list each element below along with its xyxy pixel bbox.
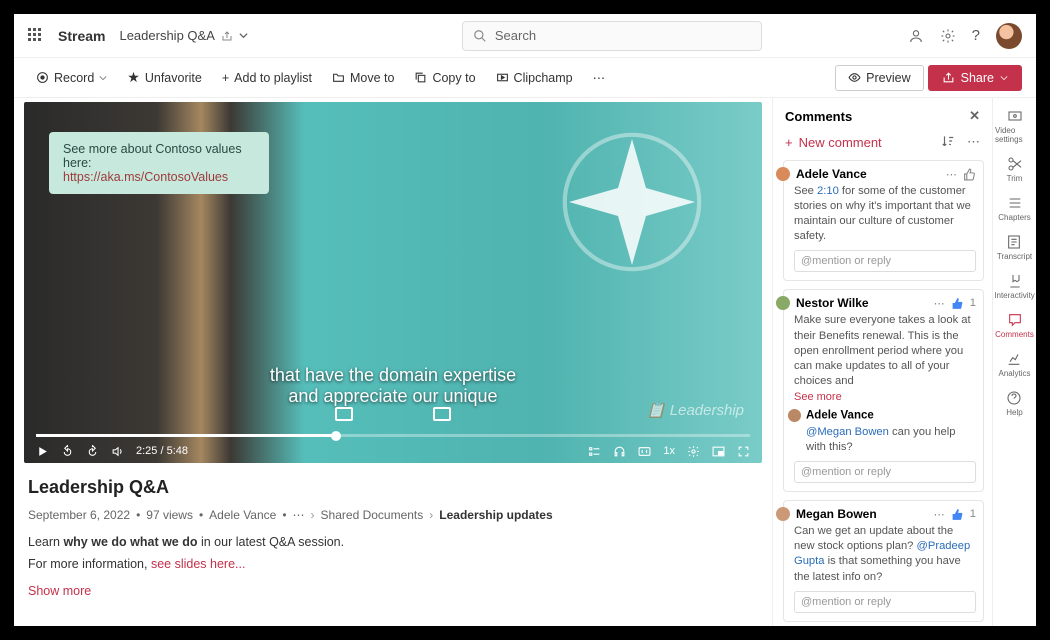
player-controls: 2:25 / 5:48 1x [24,439,762,463]
cc-icon[interactable] [638,445,651,458]
video-author: Adele Vance [209,508,276,522]
help-icon[interactable]: ? [972,27,980,44]
top-bar: Stream Leadership Q&A Search ? [14,14,1036,58]
comments-panel: Comments ✕ + New comment ⋯ Adele Vance⋯ … [772,98,992,626]
chapter-markers [335,407,451,421]
watermark: 📋 Leadership [647,401,744,419]
like-icon[interactable] [951,297,964,310]
record-icon [36,71,49,84]
search-icon [473,29,487,43]
folder-icon [332,71,345,84]
sort-icon[interactable] [941,134,955,148]
avatar [788,409,801,422]
preview-button[interactable]: Preview [835,65,923,91]
chevron-down-icon[interactable] [239,31,248,40]
command-bar: Record ★Unfavorite +Add to playlist Move… [14,58,1036,98]
settings-icon[interactable] [940,28,956,44]
breadcrumb-folder[interactable]: Shared Documents [321,508,424,522]
right-rail: Video settings Trim Chapters Transcript … [992,98,1036,626]
pip-icon[interactable] [712,445,725,458]
rail-interactivity[interactable]: Interactivity [992,271,1036,302]
more-icon[interactable]: ⋯ [967,134,980,150]
mention[interactable]: @Megan Bowen [806,426,889,438]
rail-trim[interactable]: Trim [1005,154,1025,185]
video-player[interactable]: See more about Contoso values here: http… [24,102,762,463]
copy-to-button[interactable]: Copy to [406,67,483,89]
video-views: 97 views [146,508,193,522]
captions: that have the domain expertise and appre… [270,365,516,407]
copy-icon [414,71,427,84]
app-launcher-icon[interactable] [28,28,44,44]
reply-input[interactable]: @mention or reply [794,591,976,613]
share-button[interactable]: Share [928,65,1022,91]
reply-input[interactable]: @mention or reply [794,461,976,483]
brand: Stream [58,28,105,44]
comments-header: Comments [785,109,852,124]
callout-link[interactable]: https://aka.ms/ContosoValues [63,170,228,184]
more-button[interactable]: ⋯ [585,66,614,89]
fwd-10-icon[interactable] [86,445,99,458]
move-to-button[interactable]: Move to [324,67,402,89]
breadcrumb-current[interactable]: Leadership updates [439,508,552,522]
rail-analytics[interactable]: Analytics [996,349,1032,380]
plus-icon: + [222,71,229,85]
close-icon[interactable]: ✕ [969,108,980,124]
rail-help[interactable]: Help [1004,388,1024,419]
share-status-icon [221,30,233,42]
speed-control[interactable]: 1x [663,445,675,458]
record-button[interactable]: Record [28,67,115,89]
headphones-icon[interactable] [613,445,626,458]
star-icon: ★ [127,69,140,86]
rail-chapters[interactable]: Chapters [996,193,1032,224]
see-more-link[interactable]: See more [794,391,976,403]
play-icon[interactable] [36,445,49,458]
eye-icon [848,71,861,84]
like-icon[interactable] [951,508,964,521]
clipchamp-button[interactable]: Clipchamp [488,67,581,89]
comment-item: Nestor Wilke⋯1 Make sure everyone takes … [783,289,984,492]
time-display: 2:25 / 5:48 [136,445,188,457]
chapters-icon[interactable] [588,445,601,458]
more-meta[interactable]: ⋯ [293,508,305,522]
more-icon[interactable]: ⋯ [934,508,945,521]
user-avatar[interactable] [996,23,1022,49]
video-date: September 6, 2022 [28,508,130,522]
interactive-callout[interactable]: See more about Contoso values here: http… [49,132,269,194]
video-metadata: Leadership Q&A September 6, 2022• 97 vie… [24,463,762,616]
unfavorite-button[interactable]: ★Unfavorite [119,65,210,90]
add-to-playlist-button[interactable]: +Add to playlist [214,67,320,89]
more-icon[interactable]: ⋯ [934,297,945,310]
reply-input[interactable]: @mention or reply [794,250,976,272]
rail-transcript[interactable]: Transcript [995,232,1034,263]
rail-video-settings[interactable]: Video settings [993,106,1036,146]
rail-comments[interactable]: Comments [993,310,1036,341]
slides-link[interactable]: see slides here... [151,557,246,571]
person-icon[interactable] [908,28,924,44]
volume-icon[interactable] [111,445,124,458]
gear-icon[interactable] [687,445,700,458]
plus-icon: + [785,135,793,150]
new-comment-button[interactable]: New comment [799,135,882,150]
fullscreen-icon[interactable] [737,445,750,458]
document-name[interactable]: Leadership Q&A [119,28,247,43]
clipchamp-icon [496,71,509,84]
progress-bar[interactable] [36,434,750,437]
avatar [776,296,790,310]
comment-item: Adele Vance⋯ See 2:10 for some of the cu… [783,160,984,281]
search-box[interactable]: Search [462,21,762,51]
timestamp-link[interactable]: 2:10 [817,185,839,197]
compass-graphic [562,132,702,272]
video-title: Leadership Q&A [28,477,758,498]
more-icon[interactable]: ⋯ [946,168,957,181]
share-icon [942,71,955,84]
comment-item: Megan Bowen⋯1 Can we get an update about… [783,500,984,621]
avatar [776,167,790,181]
back-10-icon[interactable] [61,445,74,458]
avatar [776,507,790,521]
like-icon[interactable] [963,168,976,181]
show-more-link[interactable]: Show more [28,581,758,602]
